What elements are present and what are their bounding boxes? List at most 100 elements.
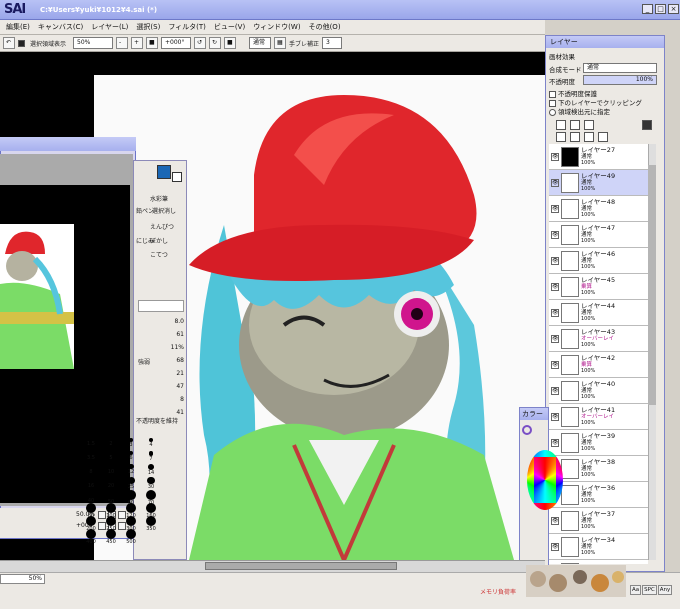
layer-menu-icon[interactable] — [642, 120, 652, 130]
brush-size-cell[interactable]: 450 — [104, 529, 118, 545]
brush-size-cell[interactable]: 6 — [124, 451, 138, 461]
layer-row[interactable]: 👁 レイヤー40 通常 100% — [549, 378, 648, 404]
visibility-eye-icon[interactable]: 👁 — [551, 334, 559, 343]
tray-any[interactable]: Any — [657, 585, 673, 595]
menu-other[interactable]: その他(O) — [309, 22, 341, 32]
brush-size-cell[interactable]: 20 — [104, 477, 118, 489]
menu-window[interactable]: ウィンドウ(W) — [253, 22, 300, 32]
show-selection-checkbox[interactable] — [18, 39, 25, 47]
visibility-eye-icon[interactable]: 👁 — [551, 282, 559, 291]
new-linework-layer-icon[interactable] — [570, 120, 580, 130]
visibility-eye-icon[interactable]: 👁 — [551, 516, 559, 525]
paper-effect-toggle[interactable]: 画材効果 — [549, 51, 575, 61]
tray-aa[interactable]: Aa — [630, 585, 642, 595]
brush-size-cell[interactable]: 8 — [84, 464, 98, 475]
visibility-eye-icon[interactable]: 👁 — [551, 204, 559, 213]
layer-row[interactable]: 👁レイヤー35 — [549, 560, 648, 564]
brush-size-cell[interactable]: 1.5 — [84, 438, 98, 447]
brush-size-cell[interactable]: 500 — [124, 529, 138, 545]
visibility-eye-icon[interactable]: 👁 — [551, 542, 559, 551]
visibility-eye-icon[interactable]: 👁 — [551, 438, 559, 447]
layer-row[interactable]: 👁 レイヤー37 通常 100% — [549, 508, 648, 534]
new-layer-icon[interactable] — [556, 120, 566, 130]
brush-shape-row[interactable] — [138, 300, 184, 312]
transfer-down-icon[interactable] — [556, 132, 566, 142]
layer-row[interactable]: 👁 レイヤー45 乗算 100% — [549, 274, 648, 300]
brush-texture-strip[interactable] — [526, 565, 626, 597]
visibility-eye-icon[interactable]: 👁 — [551, 256, 559, 265]
flip-icon[interactable]: ▦ — [274, 37, 287, 49]
menu-layer[interactable]: レイヤー(L) — [91, 22, 128, 32]
layer-row[interactable]: 👁 レイヤー49 通常 100% — [549, 170, 648, 196]
param-persistence[interactable]: 8 — [138, 396, 184, 409]
param-pressure[interactable]: 68 — [176, 357, 184, 370]
blend-mode-select[interactable]: 通常 — [249, 37, 272, 49]
maximize-button[interactable]: □ — [655, 4, 666, 14]
layer-scrollbar-thumb[interactable] — [648, 165, 656, 405]
tool-watercolor[interactable]: 水彩筆 — [150, 194, 168, 203]
menu-view[interactable]: ビュー(V) — [214, 22, 245, 32]
brush-size-cell[interactable]: 12 — [124, 464, 138, 475]
brush-size-cell[interactable]: 2 — [104, 438, 118, 447]
visibility-eye-icon[interactable]: 👁 — [551, 360, 559, 369]
param-blend[interactable]: 21 — [138, 370, 184, 383]
brush-size-cell[interactable]: 5 — [104, 451, 118, 461]
brush-size-cell[interactable]: 14 — [144, 464, 158, 476]
rotation-field[interactable]: +000° — [161, 37, 192, 49]
brush-size-cell[interactable]: 3.5 — [84, 451, 98, 461]
brush-size-cell[interactable]: 400 — [84, 529, 98, 545]
delete-layer-icon[interactable] — [598, 132, 608, 142]
brush-size-cell[interactable]: 4 — [144, 438, 158, 448]
new-folder-icon[interactable] — [584, 120, 594, 130]
stabilizer-select[interactable]: 3 — [322, 37, 343, 49]
rotate-left-icon[interactable]: ↺ — [194, 37, 207, 49]
brush-size-cell[interactable]: 350 — [144, 516, 158, 532]
visibility-eye-icon[interactable]: 👁 — [551, 230, 559, 239]
navigator-thumbnail[interactable] — [0, 224, 74, 369]
layer-row[interactable]: 👁 レイヤー42 乗算 100% — [549, 352, 648, 378]
tool-pencil[interactable]: えんぴつ — [150, 222, 174, 231]
layer-row[interactable]: 👁 レイヤー43 オーバーレイ 100% — [549, 326, 648, 352]
layer-row[interactable]: 👁レイヤー38通常100% — [549, 456, 648, 482]
layer-row[interactable]: 👁 レイヤー27 通常 100% — [549, 144, 648, 170]
merge-down-icon[interactable] — [570, 132, 580, 142]
brush-size-cell[interactable]: 3 — [124, 438, 138, 448]
menu-select[interactable]: 選択(S) — [136, 22, 160, 32]
keep-opacity-checkbox[interactable]: 不透明度を維持 — [136, 416, 178, 425]
visibility-eye-icon[interactable]: 👁 — [551, 308, 559, 317]
param-min-size[interactable]: 61 — [138, 331, 184, 344]
tool-smudge[interactable]: こてつ — [150, 250, 168, 259]
selection-source-radio[interactable] — [549, 108, 556, 116]
tool-select-eraser[interactable]: 選択消し — [152, 206, 176, 215]
rotate-right-icon[interactable]: ↻ — [209, 37, 222, 49]
visibility-eye-icon[interactable]: 👁 — [551, 386, 559, 395]
secondary-color-swatch[interactable] — [172, 172, 182, 182]
menu-filter[interactable]: フィルタ(T) — [168, 22, 206, 32]
layer-row[interactable]: 👁 レイヤー39 通常 100% — [549, 430, 648, 456]
layer-blend-select[interactable]: 通常 — [583, 63, 657, 73]
minimize-button[interactable]: _ — [642, 4, 653, 14]
layer-row[interactable]: 👁 レイヤー34 通常 100% — [549, 534, 648, 560]
param-dilution[interactable]: 47 — [138, 383, 184, 396]
brush-size-cell[interactable]: 30 — [144, 477, 158, 490]
clear-layer-icon[interactable] — [584, 132, 594, 142]
visibility-eye-icon[interactable]: 👁 — [551, 178, 559, 187]
tool-blend[interactable]: にじみ — [136, 236, 154, 245]
tray-spc[interactable]: SPC — [642, 585, 657, 595]
canvas-hscrollbar-thumb[interactable] — [205, 562, 397, 570]
layer-row[interactable]: 👁 レイヤー44 通常 100% — [549, 300, 648, 326]
brush-size-cell[interactable]: 16 — [84, 477, 98, 489]
color-wheel-toggle-icon[interactable] — [522, 425, 532, 435]
undo-icon[interactable]: ↶ — [3, 37, 15, 49]
layer-row[interactable]: 👁 レイヤー48 通常 100% — [549, 196, 648, 222]
layer-row[interactable]: 👁 レイヤー41 オーバーレイ 100% — [549, 404, 648, 430]
brush-size-cell[interactable]: 7 — [144, 451, 158, 462]
brush-size-cell[interactable]: 25 — [124, 477, 138, 490]
zoom-reset-icon[interactable]: ■ — [146, 37, 159, 49]
param-size[interactable]: 8.0 — [138, 318, 184, 331]
zoom-in-icon[interactable]: + — [131, 37, 144, 49]
layer-row[interactable]: 👁 レイヤー47 通常 100% — [549, 222, 648, 248]
layer-row[interactable]: 👁レイヤー36通常100% — [549, 482, 648, 508]
primary-color-swatch[interactable] — [157, 165, 171, 179]
param-density[interactable]: 11% — [138, 344, 184, 357]
